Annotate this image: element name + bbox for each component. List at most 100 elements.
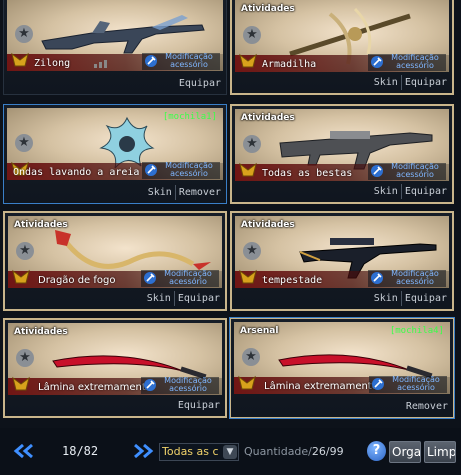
quantity-display: Quantidade/26/99 (244, 445, 344, 458)
page-indicator: 18/82 (62, 444, 99, 458)
event-tag: Atividades (14, 327, 68, 337)
favorite-star-icon[interactable]: ★ (242, 348, 260, 366)
equip-button[interactable]: Equipar (173, 291, 223, 306)
weapon-artwork: Atividades ★ tempestade Modificação acess… (235, 216, 449, 288)
modification-button[interactable]: Modificação acessório (368, 54, 446, 71)
skin-button[interactable]: Skin (371, 184, 401, 199)
accessory-label: acessório (396, 170, 434, 179)
level-bars-icon (94, 60, 107, 68)
weapon-artwork: Atividades ★ Dragão de fogo Modificação a… (8, 216, 222, 288)
card-actions: Remover (403, 398, 451, 415)
equip-button[interactable]: Equipar (400, 184, 450, 199)
remove-button[interactable]: Remover (403, 399, 451, 414)
equip-button[interactable]: Equipar (175, 398, 223, 413)
card-actions: Equipar (175, 397, 223, 414)
weapon-name: Lâmina extremamente (38, 382, 150, 393)
favorite-star-icon[interactable]: ★ (243, 26, 261, 44)
name-bar: Todas as bestas Modificação acessório (235, 163, 449, 181)
accessory-label: acessório (170, 60, 208, 69)
wrench-icon (144, 379, 156, 391)
backpack-tag: [mochila4] (389, 326, 444, 336)
modification-button[interactable]: Modificação acessório (142, 53, 220, 70)
modification-button[interactable]: Modificação acessório (142, 162, 220, 179)
event-tag: Atividades (241, 220, 295, 230)
accessory-label: acessório (169, 384, 207, 393)
wrench-icon (145, 164, 157, 176)
weapon-card[interactable]: Atividades ★ Todas as bestas Modificação… (230, 104, 454, 204)
favorite-star-icon[interactable]: ★ (15, 134, 33, 152)
modification-button[interactable]: Modificação acessório (141, 377, 219, 394)
weapon-card[interactable]: Arsenal [mochila4] ★ Lâmina extremamente… (230, 318, 454, 418)
weapon-card[interactable]: ★ Zilong Modificação acessório Equipar (3, 0, 227, 95)
card-actions: Skin Equipar (371, 290, 450, 307)
help-icon[interactable]: ? (367, 441, 386, 461)
weapon-artwork: ★ Zilong Modificação acessório (7, 0, 223, 71)
inventory-grid: ★ Zilong Modificação acessório Equipar A… (0, 0, 461, 428)
equip-button[interactable]: Equipar (176, 76, 224, 91)
weapon-card[interactable]: [mochila1] ★ Ondas lavando a areia Modif… (3, 104, 227, 204)
equip-button[interactable]: Equipar (400, 75, 450, 90)
accessory-label: acessório (397, 383, 435, 392)
wrench-icon (371, 272, 383, 284)
weapon-name: Armadilha (262, 59, 317, 70)
weapon-artwork: [mochila1] ★ Ondas lavando a areia Modif… (7, 108, 223, 180)
favorite-star-icon[interactable]: ★ (243, 135, 261, 153)
equip-button[interactable]: Equipar (400, 291, 450, 306)
rank-emblem-icon (11, 52, 29, 67)
wrench-icon (144, 272, 156, 284)
weapon-card[interactable]: Atividades ★ Armadilha Modificação acessó… (230, 0, 454, 95)
clear-button[interactable]: Limpar (424, 441, 456, 463)
accessory-label: acessório (170, 169, 208, 178)
modification-button[interactable]: Modificação acessório (368, 163, 446, 180)
weapon-card[interactable]: Atividades ★ Dragão de fogo Modificação a… (3, 211, 227, 311)
modification-button[interactable]: Modificação acessório (369, 376, 447, 393)
card-actions: Skin Remover (145, 184, 224, 201)
organize-button[interactable]: Organizar (389, 441, 421, 463)
accessory-label: acessório (396, 61, 434, 70)
backpack-tag: [mochila1] (162, 112, 217, 122)
name-bar: Zilong Modificação acessório (7, 53, 223, 71)
chevron-down-icon[interactable]: ▼ (223, 445, 237, 459)
quantity-label: Quantidade/ (244, 445, 312, 458)
quantity-value: 26/99 (311, 445, 344, 458)
weapon-artwork: Atividades ★ Armadilha Modificação acessó… (235, 0, 449, 72)
weapon-artwork: Arsenal [mochila4] ★ Lâmina extremamente… (234, 322, 450, 394)
rank-emblem-icon (239, 53, 257, 68)
favorite-star-icon[interactable]: ★ (16, 242, 34, 260)
category-dropdown[interactable]: Todas as c ▼ (159, 443, 239, 461)
double-chevron-right-icon[interactable] (131, 443, 155, 459)
weapon-name: Dragão de fogo (38, 275, 116, 286)
rank-emblem-icon (239, 162, 257, 177)
skin-button[interactable]: Skin (371, 291, 401, 306)
favorite-star-icon[interactable]: ★ (243, 242, 261, 260)
favorite-star-icon[interactable]: ★ (15, 25, 33, 43)
skin-button[interactable]: Skin (145, 185, 175, 200)
card-actions: Equipar (176, 75, 224, 92)
event-tag: Atividades (241, 4, 295, 14)
skin-button[interactable]: Skin (371, 75, 401, 90)
name-bar: Lâmina extremamente Modificação acessório (8, 377, 222, 395)
name-bar: Armadilha Modificação acessório (235, 54, 449, 72)
modification-button[interactable]: Modificação acessório (141, 270, 219, 287)
weapon-name: tempestade (262, 275, 323, 286)
name-bar: Dragão de fogo Modificação acessório (8, 270, 222, 288)
wrench-icon (145, 55, 157, 67)
skin-button[interactable]: Skin (144, 291, 174, 306)
modification-button[interactable]: Modificação acessório (368, 270, 446, 287)
weapon-name: Todas as bestas (262, 168, 353, 179)
weapon-artwork: Atividades ★ Lâmina extremamente Modific… (8, 323, 222, 395)
weapon-name: Lâmina extremamente (264, 381, 376, 392)
remove-button[interactable]: Remover (174, 185, 224, 200)
double-chevron-left-icon[interactable] (12, 443, 36, 459)
rank-emblem-icon (12, 376, 30, 391)
favorite-star-icon[interactable]: ★ (16, 349, 34, 367)
accessory-label: acessório (396, 277, 434, 286)
event-tag: Atividades (241, 113, 295, 123)
category-selected-value: Todas as c (162, 445, 219, 458)
source-tag: Arsenal (240, 326, 279, 336)
rank-emblem-icon (12, 269, 30, 284)
card-actions: Skin Equipar (371, 183, 450, 200)
weapon-card[interactable]: Atividades ★ Lâmina extremamente Modific… (3, 318, 227, 418)
name-bar: Lâmina extremamente Modificação acessório (234, 376, 450, 394)
weapon-card[interactable]: Atividades ★ tempestade Modificação acess… (230, 211, 454, 311)
